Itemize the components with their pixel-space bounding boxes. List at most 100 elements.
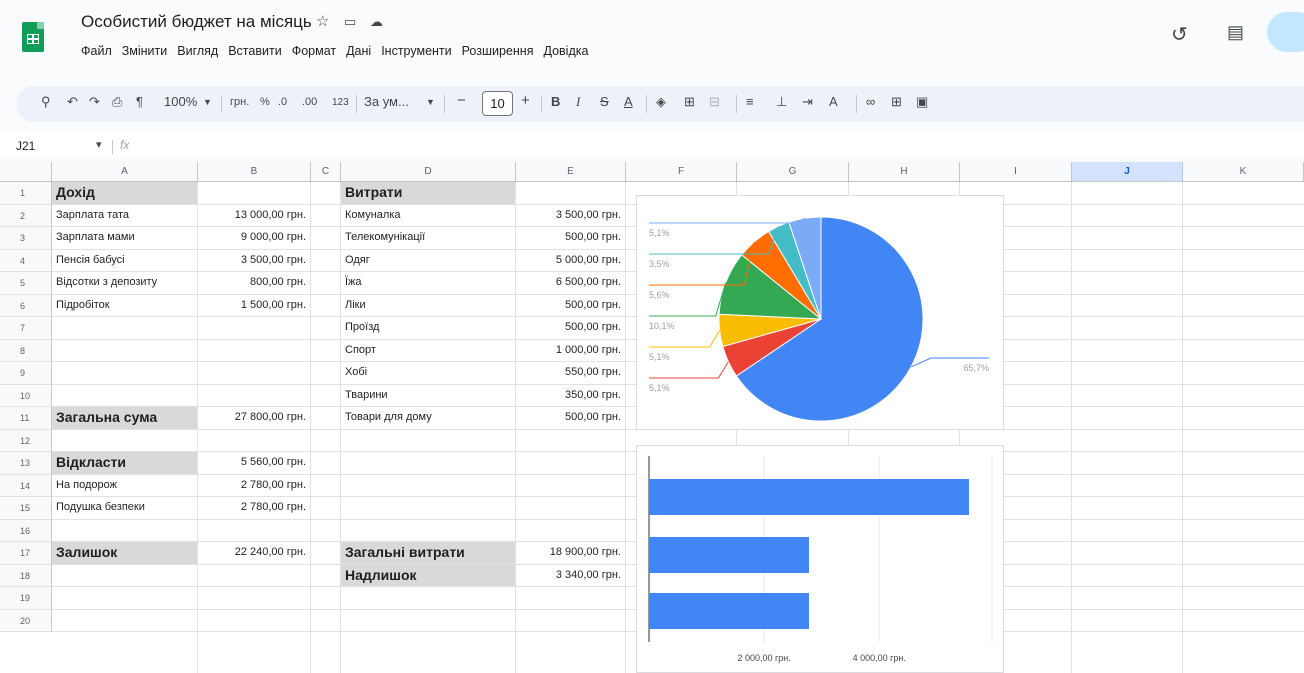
row-header-4[interactable]: 4 (0, 249, 52, 272)
surplus-label-cell[interactable]: Надлишок (341, 564, 515, 586)
strikethrough-button[interactable]: S (600, 94, 609, 109)
expense-value-cell[interactable]: 500,00 грн. (516, 295, 625, 317)
column-header-h[interactable]: H (849, 162, 960, 182)
paint-format-icon[interactable]: ¶ (136, 94, 143, 109)
column-header-c[interactable]: C (311, 162, 341, 182)
expense-label-cell[interactable]: Комуналка (341, 205, 515, 227)
income-header-cell[interactable]: Дохід (52, 182, 197, 204)
menu-item-2[interactable]: Вигляд (177, 44, 218, 58)
row-header-15[interactable]: 15 (0, 497, 52, 520)
bold-button[interactable]: B (551, 94, 560, 109)
italic-button[interactable]: I (576, 94, 580, 110)
horizontal-align-icon[interactable]: ≡ (746, 94, 754, 109)
row-header-11[interactable]: 11 (0, 407, 52, 430)
comments-icon[interactable]: ▤ (1227, 22, 1244, 43)
expense-value-cell[interactable]: 500,00 грн. (516, 317, 625, 339)
menu-item-4[interactable]: Формат (292, 44, 336, 58)
decrease-font-size-button[interactable]: − (457, 92, 466, 109)
menu-item-3[interactable]: Вставити (228, 44, 281, 58)
text-color-button[interactable]: A (624, 94, 633, 109)
decrease-decimal-button[interactable]: .0 (278, 96, 287, 108)
menu-item-0[interactable]: Файл (81, 44, 112, 58)
name-box[interactable]: J21 (16, 139, 35, 153)
select-all-corner[interactable] (0, 162, 52, 182)
income-total-value-cell[interactable]: 27 800,00 грн. (198, 407, 310, 429)
menu-item-7[interactable]: Розширення (462, 44, 534, 58)
expenses-total-label-cell[interactable]: Загальні витрати (341, 542, 515, 564)
insert-comment-icon[interactable]: ⊞ (891, 94, 902, 110)
bar-2[interactable] (649, 593, 809, 629)
fill-color-icon[interactable]: ◈ (656, 94, 666, 110)
row-header-2[interactable]: 2 (0, 204, 52, 227)
move-folder-icon[interactable]: ▭ (344, 14, 356, 30)
expense-value-cell[interactable]: 1 000,00 грн. (516, 340, 625, 362)
column-header-a[interactable]: A (52, 162, 198, 182)
sheets-logo-icon[interactable] (22, 22, 44, 52)
income-value-cell[interactable]: 13 000,00 грн. (198, 205, 310, 227)
expenses-header-cell[interactable]: Витрати (341, 182, 515, 204)
search-menus-icon[interactable]: ⚲ (41, 94, 51, 110)
insert-chart-icon[interactable]: ▣ (916, 94, 928, 110)
vertical-align-icon[interactable]: ⊥ (776, 94, 787, 110)
redo-icon[interactable]: ↷ (89, 94, 100, 110)
history-icon[interactable]: ↺ (1171, 22, 1188, 47)
expense-value-cell[interactable]: 500,00 грн. (516, 407, 625, 429)
income-value-cell[interactable]: 1 500,00 грн. (198, 295, 310, 317)
saving-label-cell[interactable]: На подорож (52, 475, 197, 497)
row-header-8[interactable]: 8 (0, 339, 52, 362)
font-size-input[interactable]: 10 (482, 91, 513, 116)
expense-label-cell[interactable]: Їжа (341, 272, 515, 294)
percent-format-button[interactable]: % (260, 96, 270, 108)
income-value-cell[interactable]: 3 500,00 грн. (198, 250, 310, 272)
cloud-status-icon[interactable]: ☁ (370, 14, 383, 30)
menu-item-6[interactable]: Інструменти (381, 44, 451, 58)
expense-label-cell[interactable]: Хобі (341, 362, 515, 384)
column-header-k[interactable]: K (1183, 162, 1304, 182)
pie-chart[interactable]: 65,7% 5,1% 5,1% 10,1% 5,6% 3,5% 5,1% (636, 195, 1004, 430)
expense-value-cell[interactable]: 550,00 грн. (516, 362, 625, 384)
undo-icon[interactable]: ↶ (67, 94, 78, 110)
expense-label-cell[interactable]: Ліки (341, 295, 515, 317)
row-header-6[interactable]: 6 (0, 294, 52, 317)
expense-label-cell[interactable]: Одяг (341, 250, 515, 272)
expense-value-cell[interactable]: 6 500,00 грн. (516, 272, 625, 294)
column-header-f[interactable]: F (626, 162, 737, 182)
saving-value-cell[interactable]: 2 780,00 грн. (198, 497, 310, 519)
spreadsheet-grid[interactable]: ABCDEFGHIJK 1 2 3 4 5 6 7 8 9 10 11 12 13 14 15 16 17 18 1… (0, 162, 1304, 673)
income-label-cell[interactable]: Зарплата мами (52, 227, 197, 249)
expenses-total-value-cell[interactable]: 18 900,00 грн. (516, 542, 625, 564)
expense-label-cell[interactable]: Спорт (341, 340, 515, 362)
font-dropdown-icon[interactable]: ▼ (426, 97, 435, 107)
income-label-cell[interactable]: Зарплата тата (52, 205, 197, 227)
income-value-cell[interactable]: 9 000,00 грн. (198, 227, 310, 249)
expense-label-cell[interactable]: Тварини (341, 385, 515, 407)
saving-header-value-cell[interactable]: 5 560,00 грн. (198, 452, 310, 474)
print-icon[interactable]: ⎙ (112, 94, 122, 110)
income-total-label-cell[interactable]: Загальна сума (52, 407, 197, 429)
column-header-d[interactable]: D (341, 162, 516, 182)
expense-label-cell[interactable]: Проїзд (341, 317, 515, 339)
currency-format-button[interactable]: грн. (230, 96, 249, 108)
text-rotation-icon[interactable]: A (829, 94, 838, 109)
income-value-cell[interactable]: 800,00 грн. (198, 272, 310, 294)
bar-0[interactable] (649, 479, 969, 515)
income-label-cell[interactable]: Підробіток (52, 295, 197, 317)
number-format-button[interactable]: 123 (332, 97, 349, 108)
merge-cells-icon[interactable]: ⊟ (709, 94, 720, 110)
expense-value-cell[interactable]: 350,00 грн. (516, 385, 625, 407)
row-header-12[interactable]: 12 (0, 429, 52, 452)
column-header-b[interactable]: B (198, 162, 311, 182)
row-header-1[interactable]: 1 (0, 182, 52, 205)
borders-icon[interactable]: ⊞ (684, 94, 695, 110)
document-title[interactable]: Особистий бюджет на місяць (81, 12, 312, 32)
income-label-cell[interactable]: Пенсія бабусі (52, 250, 197, 272)
row-header-3[interactable]: 3 (0, 227, 52, 250)
text-wrap-icon[interactable]: ⇥ (802, 94, 813, 110)
column-header-j[interactable]: J (1072, 162, 1183, 182)
expense-value-cell[interactable]: 3 500,00 грн. (516, 205, 625, 227)
row-header-17[interactable]: 17 (0, 542, 52, 565)
saving-value-cell[interactable]: 2 780,00 грн. (198, 475, 310, 497)
row-header-7[interactable]: 7 (0, 317, 52, 340)
expense-label-cell[interactable]: Товари для дому (341, 407, 515, 429)
row-header-13[interactable]: 13 (0, 452, 52, 475)
